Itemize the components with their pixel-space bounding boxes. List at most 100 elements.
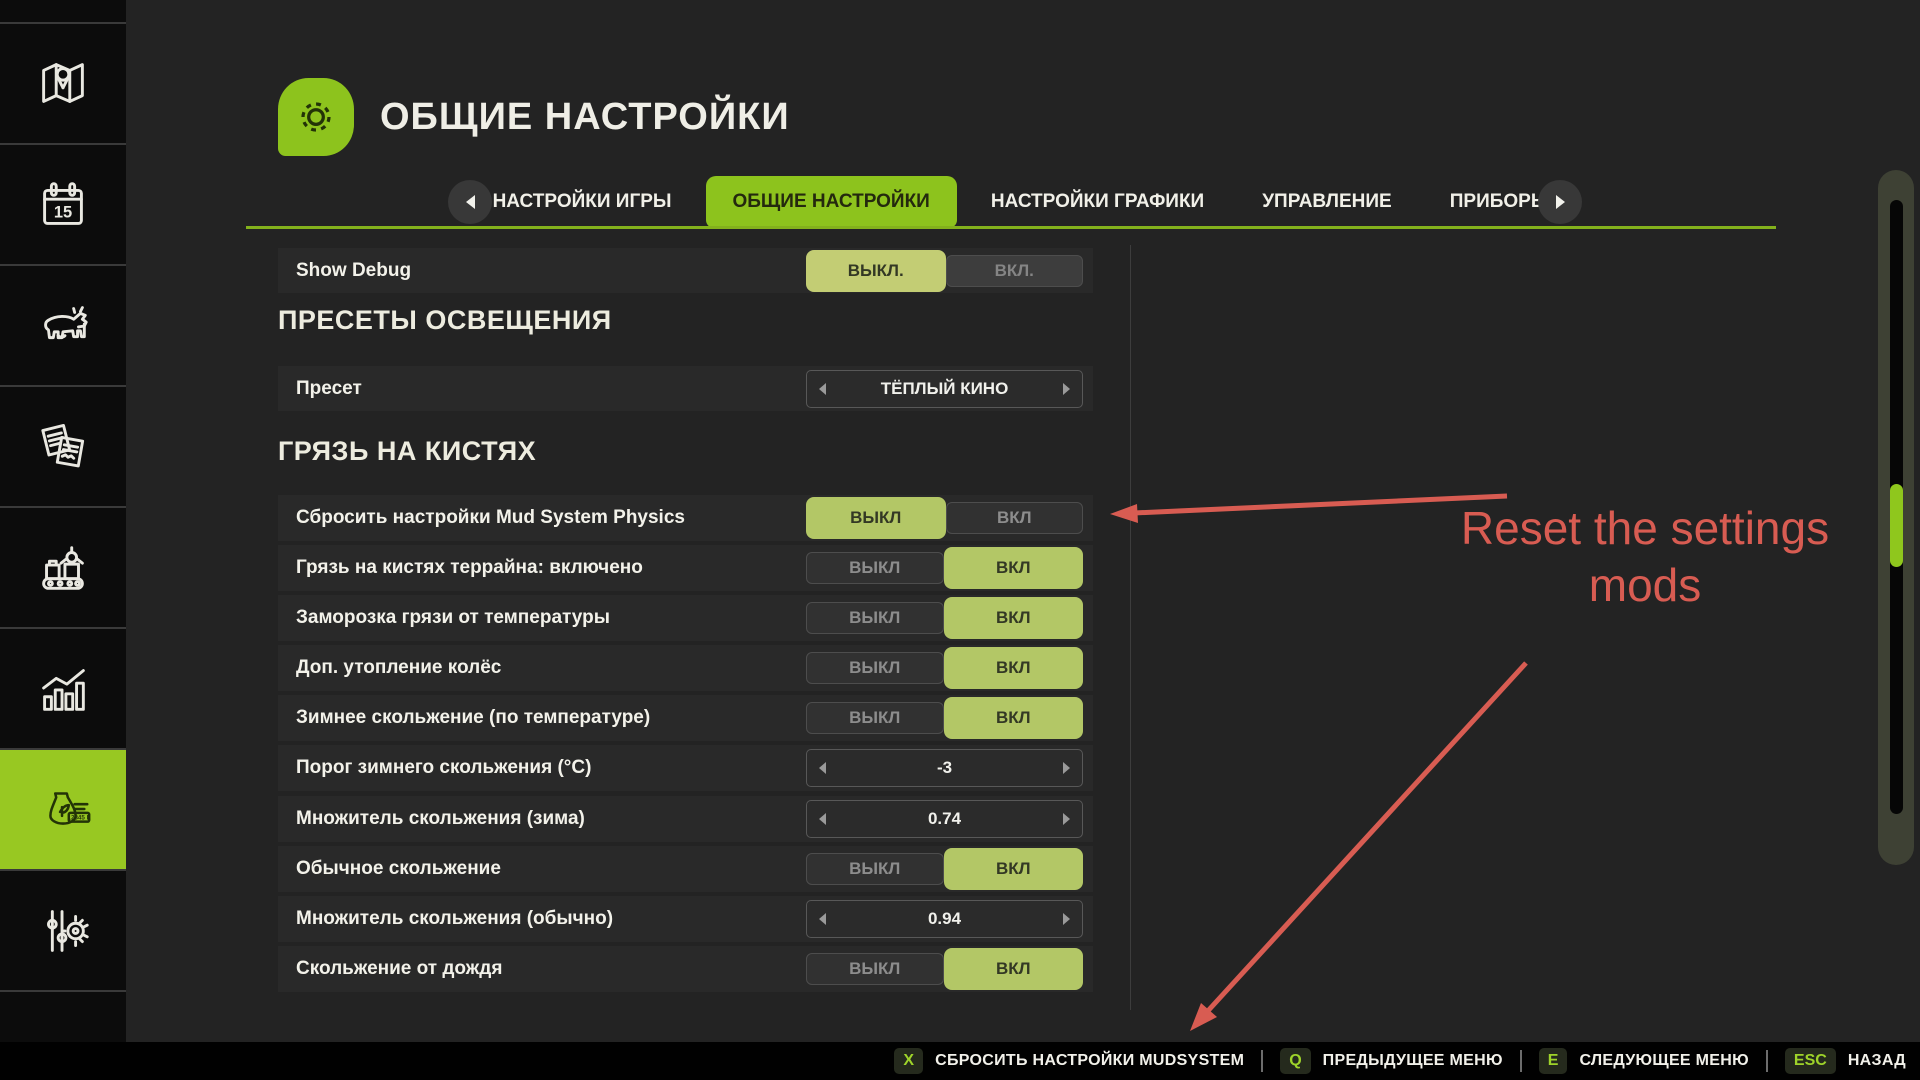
toggle-on-button[interactable]: ВКЛ [944, 948, 1084, 990]
row-label: Грязь на кистях террайна: включено [278, 557, 643, 579]
settings-row-winter-slip: Зимнее скольжение (по температуре) ВЫКЛ … [278, 695, 1093, 741]
content-divider [1130, 245, 1131, 1010]
toggle-on-button[interactable]: ВКЛ [946, 502, 1084, 534]
toggle-off-button[interactable]: ВЫКЛ [806, 853, 944, 885]
row-label: Скольжение от дождя [278, 958, 502, 980]
settings-gear-badge [278, 78, 354, 156]
toggle-off-button[interactable]: ВЫКЛ. [806, 250, 946, 292]
toggle-off-button[interactable]: ВЫКЛ [806, 497, 946, 539]
row-label: Show Debug [278, 260, 411, 282]
cow-icon [32, 295, 94, 357]
hotbar-label: СЛЕДУЮЩЕЕ МЕНЮ [1579, 1052, 1748, 1070]
toggle-on-button[interactable]: ВКЛ [944, 597, 1084, 639]
hotbar-reset-mudsystem[interactable]: X СБРОСИТЬ НАСТРОЙКИ MUDSYSTEM [894, 1048, 1244, 1074]
selector-value: -3 [826, 758, 1063, 778]
row-label: Множитель скольжения (зима) [278, 808, 585, 830]
sidebar-item-map[interactable] [0, 24, 126, 145]
annotation-line1: Reset the settings [1405, 500, 1885, 557]
hotbar-back[interactable]: ESC НАЗАД [1785, 1048, 1906, 1074]
sidebar: 15 [0, 0, 126, 1042]
settings-sliders-icon [32, 900, 94, 962]
settings-row-normal-slip: Обычное скольжение ВЫКЛ ВКЛ [278, 846, 1093, 892]
toggle-on-button[interactable]: ВКЛ [944, 547, 1084, 589]
mud-freeze-toggle: ВЫКЛ ВКЛ [806, 597, 1083, 639]
settings-row-mud-freeze: Заморозка грязи от температуры ВЫКЛ ВКЛ [278, 595, 1093, 641]
toggle-off-button[interactable]: ВЫКЛ [806, 702, 944, 734]
toggle-on-button[interactable]: ВКЛ [944, 697, 1084, 739]
row-label: Заморозка грязи от температуры [278, 607, 610, 629]
hotbar-label: СБРОСИТЬ НАСТРОЙКИ MUDSYSTEM [935, 1052, 1244, 1070]
hotbar: X СБРОСИТЬ НАСТРОЙКИ MUDSYSTEM Q ПРЕДЫДУ… [0, 1042, 1920, 1080]
tab-controls[interactable]: УПРАВЛЕНИЕ [1238, 176, 1416, 228]
annotation-line2: mods [1405, 557, 1885, 614]
settings-row-rain-slip: Скольжение от дождя ВЫКЛ ВКЛ [278, 946, 1093, 992]
annotation-text: Reset the settings mods [1405, 500, 1885, 614]
sidebar-spacer [0, 0, 126, 24]
toggle-on-button[interactable]: ВКЛ. [946, 255, 1084, 287]
tab-general-settings[interactable]: ОБЩИЕ НАСТРОЙКИ [706, 176, 957, 228]
row-label: Обычное скольжение [278, 858, 501, 880]
show-debug-toggle: ВЫКЛ. ВКЛ. [806, 250, 1083, 292]
hotbar-separator [1520, 1050, 1522, 1072]
selector-prev-icon[interactable] [819, 913, 826, 925]
sidebar-item-contracts[interactable] [0, 387, 126, 508]
sidebar-item-calendar[interactable]: 15 [0, 145, 126, 266]
selector-value: 0.74 [826, 809, 1063, 829]
row-label: Зимнее скольжение (по температуре) [278, 707, 650, 729]
map-icon [32, 53, 94, 115]
toggle-off-button[interactable]: ВЫКЛ [806, 652, 944, 684]
section-title-lighting: ПРЕСЕТЫ ОСВЕЩЕНИЯ [278, 305, 612, 336]
hotbar-next-menu[interactable]: E СЛЕДУЮЩЕЕ МЕНЮ [1539, 1048, 1749, 1074]
page-title: ОБЩИЕ НАСТРОЙКИ [380, 96, 790, 139]
winter-slip-toggle: ВЫКЛ ВКЛ [806, 697, 1083, 739]
selector-prev-icon[interactable] [819, 383, 826, 395]
sidebar-item-production[interactable] [0, 508, 126, 629]
selector-next-icon[interactable] [1063, 383, 1070, 395]
tab-bar: НАСТРОЙКИ ИГРЫ ОБЩИЕ НАСТРОЙКИ НАСТРОЙКИ… [126, 176, 1920, 228]
selector-next-icon[interactable] [1063, 813, 1070, 825]
settings-row-winter-multiplier: Множитель скольжения (зима) 0.74 [278, 796, 1093, 842]
section-title-mud: ГРЯЗЬ НА КИСТЯХ [278, 436, 536, 467]
sidebar-item-statistics[interactable] [0, 629, 126, 750]
key-badge-e: E [1539, 1048, 1568, 1074]
selector-prev-icon[interactable] [819, 762, 826, 774]
svg-text:15: 15 [54, 203, 72, 221]
toggle-off-button[interactable]: ВЫКЛ [806, 953, 944, 985]
toggle-on-button[interactable]: ВКЛ [944, 848, 1084, 890]
scrollbar-thumb[interactable] [1890, 484, 1903, 567]
mud-reset-toggle: ВЫКЛ ВКЛ [806, 497, 1083, 539]
row-label: Порог зимнего скольжения (°C) [278, 757, 591, 779]
row-label: Сбросить настройки Mud System Physics [278, 507, 685, 529]
selector-prev-icon[interactable] [819, 813, 826, 825]
sidebar-item-animals[interactable] [0, 266, 126, 387]
hotbar-label: ПРЕДЫДУЩЕЕ МЕНЮ [1323, 1052, 1503, 1070]
chevron-right-icon [1556, 195, 1565, 209]
calendar-icon: 15 [32, 174, 94, 236]
row-label: Доп. утопление колёс [278, 657, 501, 679]
tabs-next-button[interactable] [1538, 180, 1582, 224]
hotbar-label: НАЗАД [1848, 1052, 1906, 1070]
prices-icon: 12345 L [32, 779, 94, 841]
toggle-off-button[interactable]: ВЫКЛ [806, 552, 944, 584]
settings-row-wheel-sink: Доп. утопление колёс ВЫКЛ ВКЛ [278, 645, 1093, 691]
hotbar-separator [1261, 1050, 1263, 1072]
tab-graphics-settings[interactable]: НАСТРОЙКИ ГРАФИКИ [967, 176, 1228, 228]
settings-row-mud-reset: Сбросить настройки Mud System Physics ВЫ… [278, 495, 1093, 541]
normal-multiplier-selector: 0.94 [806, 900, 1083, 938]
statistics-icon [32, 658, 94, 720]
sidebar-item-prices-active[interactable]: 12345 L [0, 750, 126, 871]
toggle-on-button[interactable]: ВКЛ [944, 647, 1084, 689]
key-badge-x: X [894, 1048, 923, 1074]
selector-next-icon[interactable] [1063, 913, 1070, 925]
key-badge-esc: ESC [1785, 1048, 1836, 1074]
preset-selector: ТЁПЛЫЙ КИНО [806, 370, 1083, 408]
svg-text:12345 L: 12345 L [67, 814, 90, 821]
sidebar-item-settings[interactable] [0, 871, 126, 992]
tab-game-settings[interactable]: НАСТРОЙКИ ИГРЫ [469, 176, 696, 228]
row-label: Пресет [278, 378, 362, 400]
selector-next-icon[interactable] [1063, 762, 1070, 774]
wheel-sink-toggle: ВЫКЛ ВКЛ [806, 647, 1083, 689]
toggle-off-button[interactable]: ВЫКЛ [806, 602, 944, 634]
terrain-mud-toggle: ВЫКЛ ВКЛ [806, 547, 1083, 589]
hotbar-previous-menu[interactable]: Q ПРЕДЫДУЩЕЕ МЕНЮ [1280, 1048, 1503, 1074]
